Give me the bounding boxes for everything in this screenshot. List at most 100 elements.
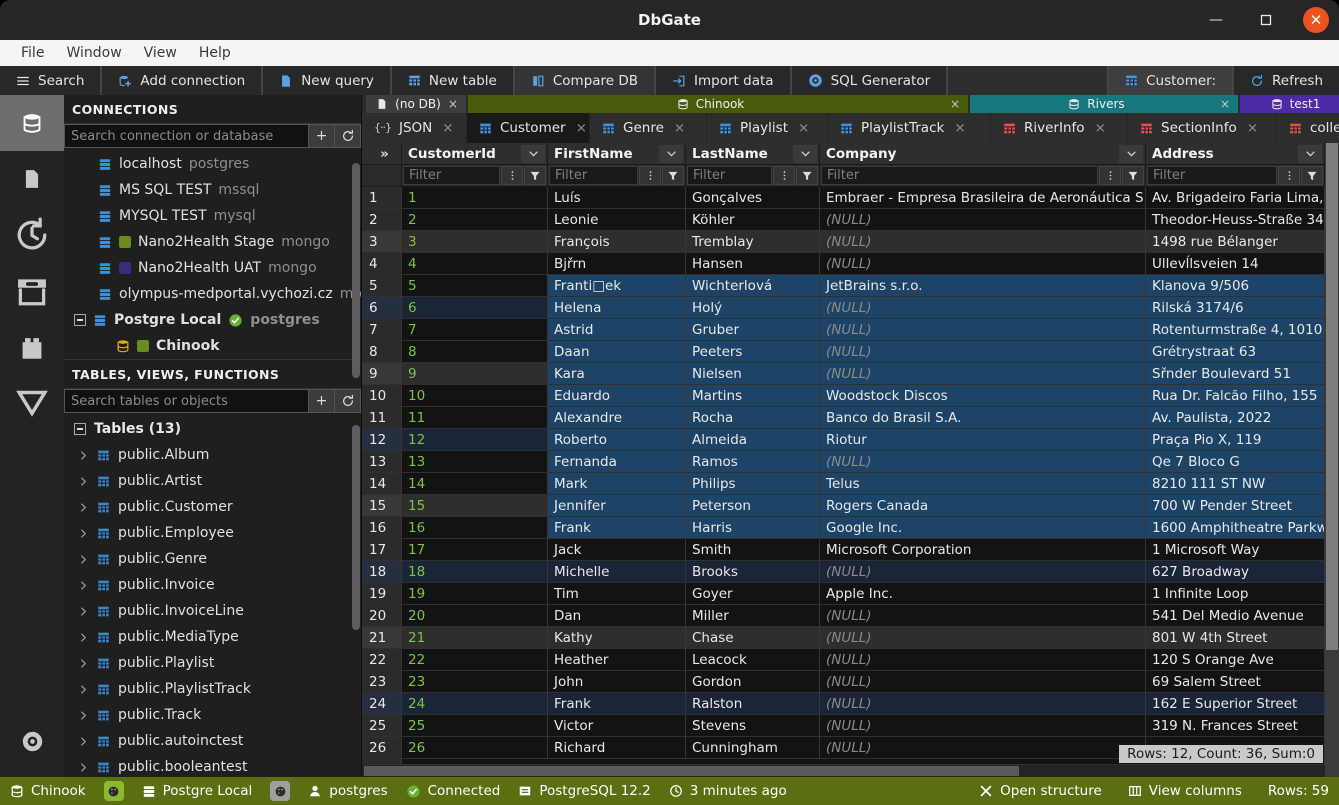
rail-triangle-icon[interactable] (0, 375, 64, 431)
palette-badge[interactable] (270, 781, 290, 801)
cell-lastname[interactable]: Köhler (686, 209, 820, 231)
cell-lastname[interactable]: Brooks (686, 561, 820, 583)
cell-company[interactable]: (NULL) (820, 231, 1146, 253)
db-group-tab-nodb[interactable]: (no DB)× (366, 95, 466, 113)
horizontal-scrollbar[interactable] (362, 765, 1325, 777)
row-number[interactable]: 2 (362, 209, 402, 231)
cell-lastname[interactable]: Gruber (686, 319, 820, 341)
cell-company[interactable]: (NULL) (820, 693, 1146, 715)
cell-address[interactable]: 162 E Superior Street (1146, 693, 1325, 715)
db-group-tab-chinook[interactable]: Chinook× (468, 95, 968, 113)
filter-input[interactable] (549, 166, 638, 185)
cell-customerid[interactable]: 8 (402, 341, 548, 363)
column-header-company[interactable]: Company (820, 143, 1146, 165)
cell-lastname[interactable]: Holý (686, 297, 820, 319)
close-icon[interactable]: × (576, 120, 587, 136)
chevron-down-icon[interactable] (659, 145, 683, 163)
cell-customerid[interactable]: 9 (402, 363, 548, 385)
palette-badge[interactable] (104, 781, 124, 801)
cell-address[interactable]: 120 S Orange Ave (1146, 649, 1325, 671)
cell-firstname[interactable]: Luís (548, 187, 686, 209)
statusbar-postgre-local[interactable]: Postgre Local (142, 783, 253, 799)
chevron-down-icon[interactable] (521, 145, 545, 163)
toolbar-import-data-button[interactable]: Import data (656, 66, 790, 95)
cell-address[interactable]: 1 Infinite Loop (1146, 583, 1325, 605)
row-number[interactable]: 6 (362, 297, 402, 319)
close-icon[interactable]: × (442, 120, 453, 136)
cell-lastname[interactable]: Ramos (686, 451, 820, 473)
row-number[interactable]: 1 (362, 187, 402, 209)
cell-company[interactable]: (NULL) (820, 605, 1146, 627)
toolbar-sql-generator-button[interactable]: SQL Generator (792, 66, 947, 95)
statusbar-3-minutes-ago[interactable]: 3 minutes ago (669, 783, 787, 799)
column-header-address[interactable]: Address (1146, 143, 1325, 165)
cell-firstname[interactable]: Jennifer (548, 495, 686, 517)
cell-address[interactable]: 700 W Pender Street (1146, 495, 1325, 517)
cell-address[interactable]: 801 W 4th Street (1146, 627, 1325, 649)
table-row[interactable]: 1414MarkPhilipsTelus8210 111 ST NW (362, 473, 1325, 495)
cell-company[interactable]: (NULL) (820, 319, 1146, 341)
table-row[interactable]: 2121KathyChase(NULL)801 W 4th Street (362, 627, 1325, 649)
table-row[interactable]: 1212RobertoAlmeidaRioturPraça Pio X, 119 (362, 429, 1325, 451)
statusbar-postgresql-12-2[interactable]: PostgreSQL 12.2 (518, 783, 650, 799)
cell-customerid[interactable]: 12 (402, 429, 548, 451)
toolbar-customer--button[interactable]: Customer: (1109, 66, 1232, 95)
table-item[interactable]: public.Employee (64, 520, 361, 546)
filter-menu-button[interactable] (773, 166, 795, 185)
tab-genre[interactable]: Genre× (590, 113, 706, 143)
cell-company[interactable]: (NULL) (820, 737, 1146, 759)
vertical-scrollbar[interactable] (1325, 143, 1339, 777)
toolbar-add-connection-button[interactable]: Add connection (102, 66, 261, 95)
cell-address[interactable]: 1498 rue Bélanger (1146, 231, 1325, 253)
close-icon[interactable]: × (950, 97, 960, 111)
table-row[interactable]: 2020DanMiller(NULL)541 Del Medio Avenue (362, 605, 1325, 627)
cell-firstname[interactable]: Bjřrn (548, 253, 686, 275)
filter-menu-button[interactable] (501, 166, 523, 185)
cell-address[interactable]: Qe 7 Bloco G (1146, 451, 1325, 473)
connections-refresh-button[interactable] (335, 124, 361, 148)
cell-customerid[interactable]: 5 (402, 275, 548, 297)
cell-address[interactable]: Av. Paulista, 2022 (1146, 407, 1325, 429)
cell-address[interactable]: Rua Dr. Falcăo Filho, 155 (1146, 385, 1325, 407)
cell-customerid[interactable]: 10 (402, 385, 548, 407)
tables-refresh-button[interactable] (335, 389, 361, 413)
cell-firstname[interactable]: Leonie (548, 209, 686, 231)
close-icon[interactable]: × (1095, 120, 1106, 136)
cell-address[interactable]: 8210 111 ST NW (1146, 473, 1325, 495)
tab-playlisttrack[interactable]: PlaylistTrack× (828, 113, 990, 143)
table-row[interactable]: 1717JackSmithMicrosoft Corporation1 Micr… (362, 539, 1325, 561)
row-number[interactable]: 11 (362, 407, 402, 429)
table-row[interactable]: 2222HeatherLeacock(NULL)120 S Orange Ave (362, 649, 1325, 671)
cell-address[interactable]: Theodor-Heuss-Straße 34 (1146, 209, 1325, 231)
filter-funnel-button[interactable] (1301, 166, 1323, 185)
cell-lastname[interactable]: Cunningham (686, 737, 820, 759)
filter-funnel-button[interactable] (662, 166, 684, 185)
cell-address[interactable]: Ullevĺlsveien 14 (1146, 253, 1325, 275)
cell-address[interactable]: 627 Broadway (1146, 561, 1325, 583)
table-row[interactable]: 1111AlexandreRochaBanco do Brasil S.A.Av… (362, 407, 1325, 429)
table-row[interactable]: 22LeonieKöhler(NULL)Theodor-Heuss-Straße… (362, 209, 1325, 231)
cell-firstname[interactable]: Roberto (548, 429, 686, 451)
menu-window[interactable]: Window (55, 43, 132, 63)
table-row[interactable]: 88DaanPeeters(NULL)Grétrystraat 63 (362, 341, 1325, 363)
cell-company[interactable]: JetBrains s.r.o. (820, 275, 1146, 297)
cell-customerid[interactable]: 17 (402, 539, 548, 561)
row-number[interactable]: 9 (362, 363, 402, 385)
row-number[interactable]: 26 (362, 737, 402, 759)
minimize-button[interactable]: — (1203, 7, 1229, 33)
connection-item[interactable]: Postgre Localpostgres (64, 307, 361, 333)
cell-lastname[interactable]: Miller (686, 605, 820, 627)
cell-lastname[interactable]: Wichterlová (686, 275, 820, 297)
cell-lastname[interactable]: Gonçalves (686, 187, 820, 209)
cell-firstname[interactable]: Frank (548, 517, 686, 539)
table-item[interactable]: public.PlaylistTrack (64, 676, 361, 702)
row-number[interactable]: 5 (362, 275, 402, 297)
row-number[interactable]: 7 (362, 319, 402, 341)
row-number[interactable]: 21 (362, 627, 402, 649)
cell-company[interactable]: Google Inc. (820, 517, 1146, 539)
filter-menu-button[interactable] (639, 166, 661, 185)
cell-address[interactable]: 541 Del Medio Avenue (1146, 605, 1325, 627)
statusbar-theme-badge[interactable] (270, 781, 290, 801)
table-row[interactable]: 66HelenaHolý(NULL)Rilská 3174/6 (362, 297, 1325, 319)
maximize-button[interactable] (1253, 7, 1279, 33)
